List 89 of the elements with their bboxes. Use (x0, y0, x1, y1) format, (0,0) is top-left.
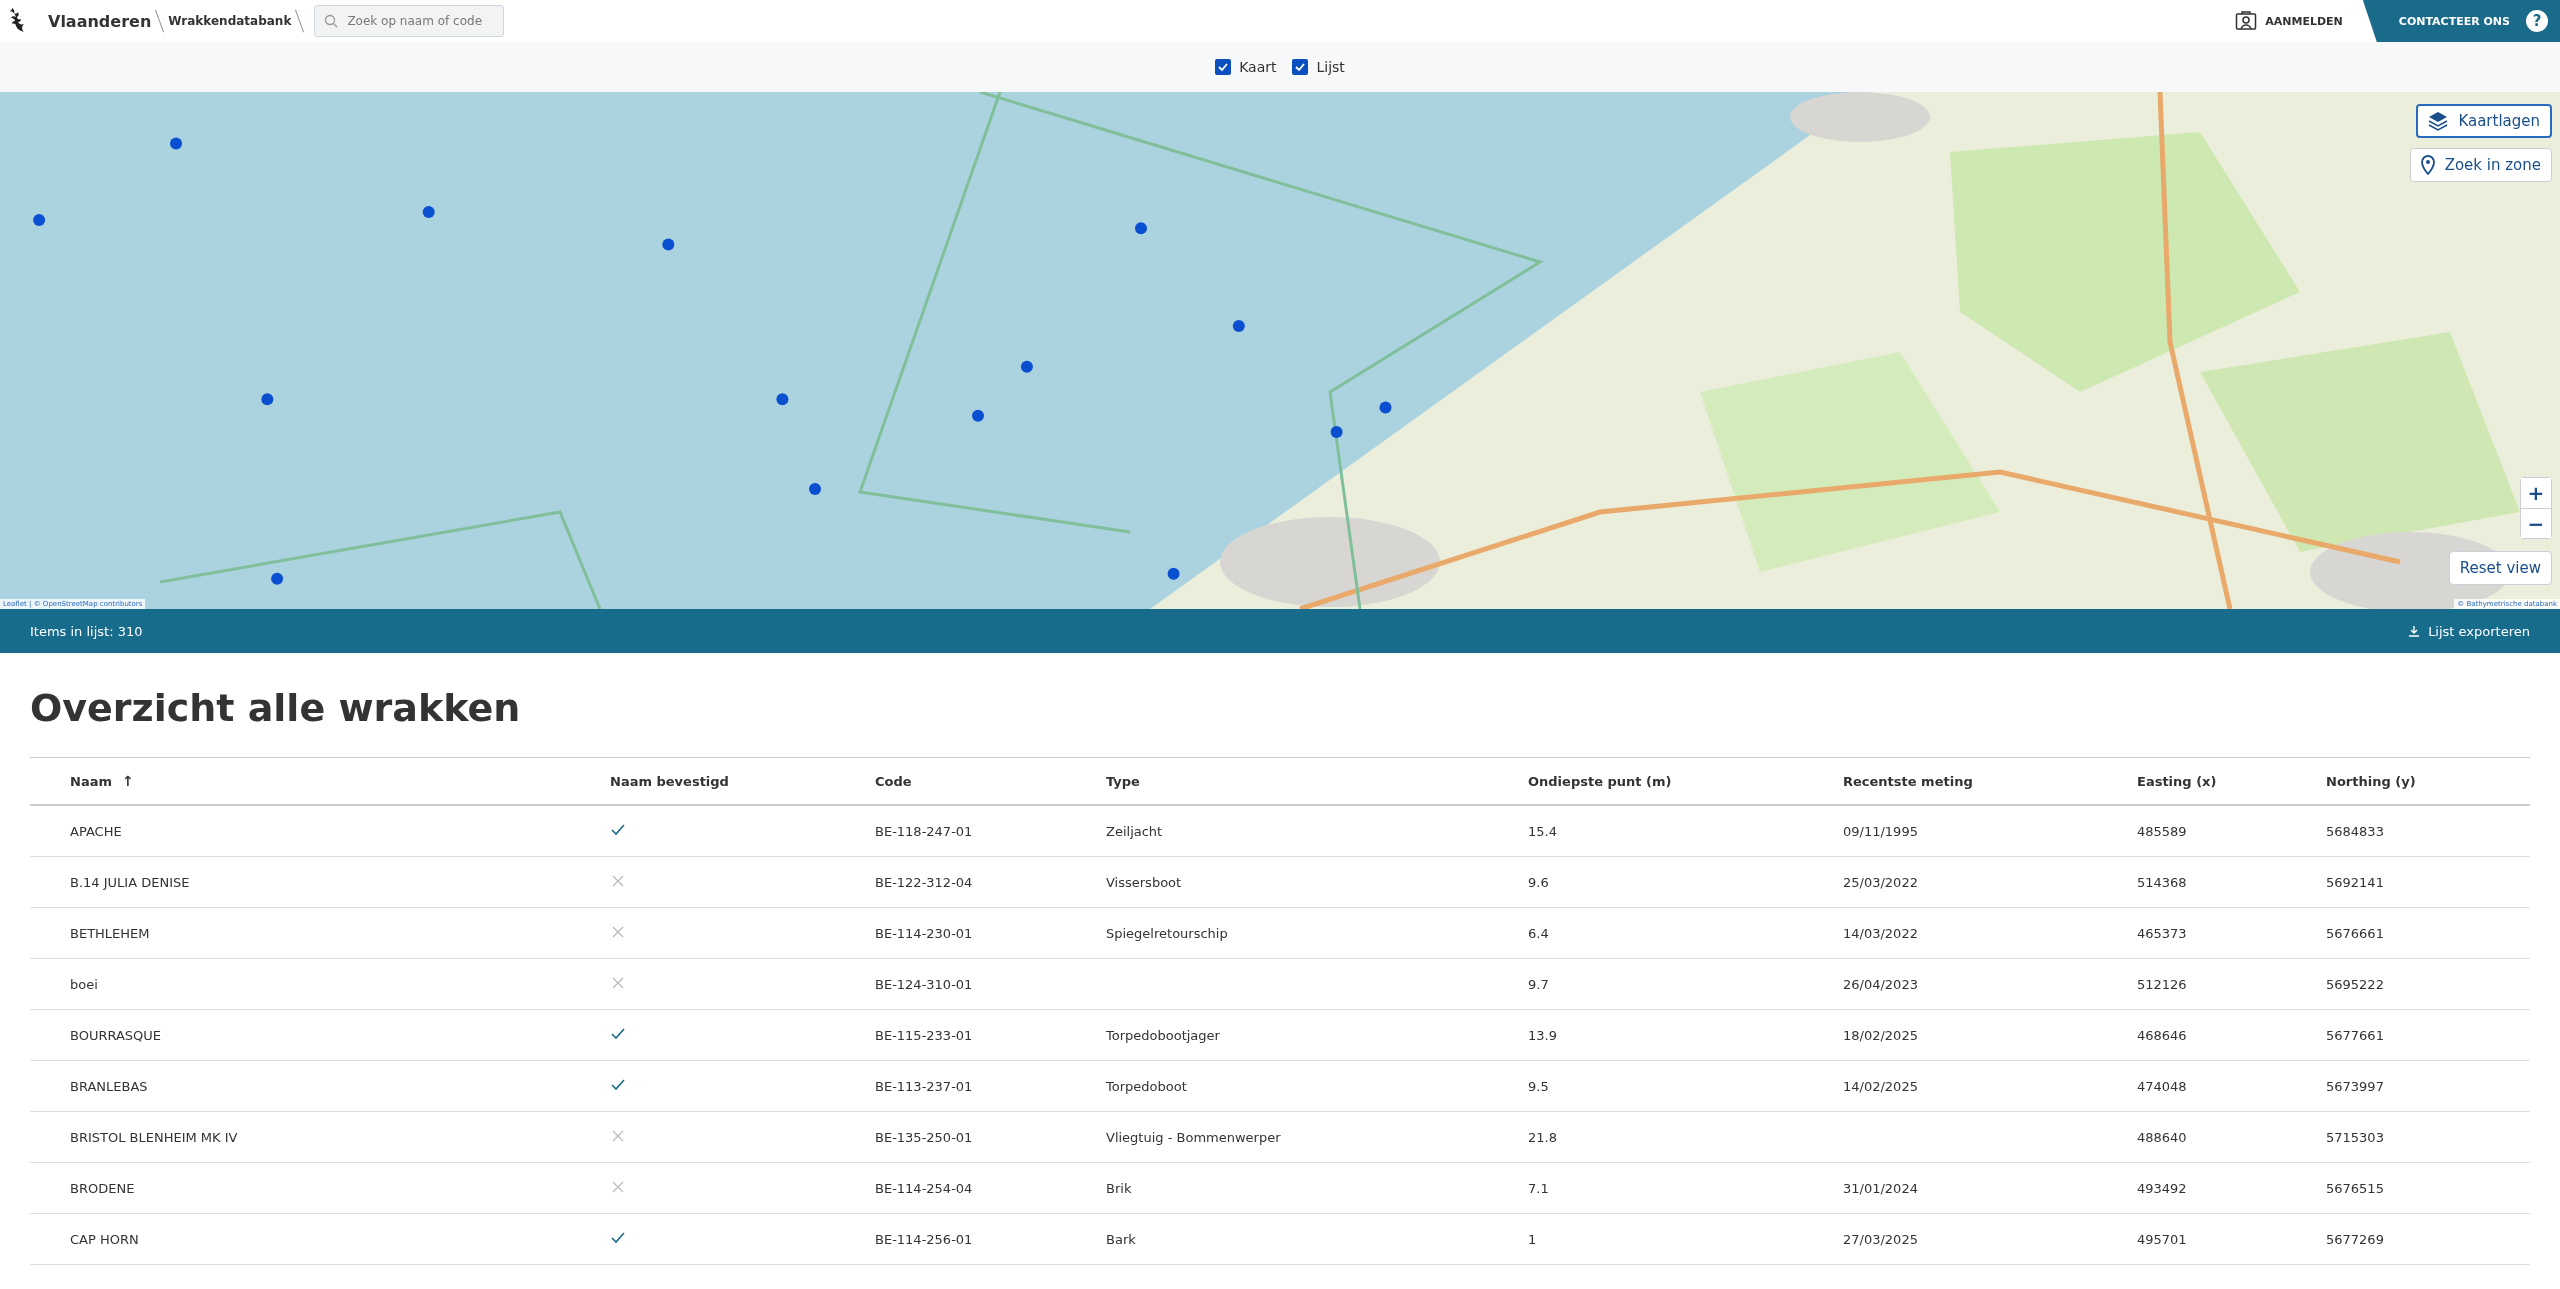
zoom-out-button[interactable]: − (2521, 508, 2551, 538)
table-cell: 9.5 (1528, 1078, 1549, 1094)
column-header[interactable]: Code (875, 773, 912, 789)
table-cell: Bark (1106, 1231, 1136, 1247)
table-cell: 474048 (2137, 1078, 2187, 1094)
column-header[interactable]: Naam bevestigd (610, 773, 729, 789)
table-cell: 5677269 (2326, 1231, 2384, 1247)
zone-search-button[interactable]: Zoek in zone (2409, 148, 2552, 182)
item-count: Items in lijst: 310 (30, 623, 143, 639)
table-cell: Vissersboot (1106, 874, 1182, 890)
table-cell: 1 (1528, 1231, 1537, 1247)
table-cell: 468646 (2137, 1027, 2187, 1043)
reset-view-button[interactable]: Reset view (2448, 551, 2552, 585)
table-cell: Brik (1106, 1180, 1132, 1196)
table-cell: 485589 (2137, 823, 2187, 839)
sort-indicator: ↑ (122, 773, 134, 789)
table-cell: 21.8 (1528, 1129, 1557, 1145)
table-cell: 18/02/2025 (1843, 1027, 1918, 1043)
table-cell: 9.7 (1528, 976, 1549, 992)
table-cell: BETHLEHEM (70, 925, 150, 941)
id-card-icon (2235, 11, 2258, 31)
table-cell: boei (70, 976, 98, 992)
table-cell: B.14 JULIA DENISE (70, 874, 190, 890)
view-checkbox[interactable]: Kaart (1215, 59, 1277, 75)
table-cell: 493492 (2137, 1180, 2187, 1196)
view-checkbox[interactable]: Lijst (1292, 59, 1345, 75)
table-cell: 13.9 (1528, 1027, 1557, 1043)
table-cell: 512126 (2137, 976, 2187, 992)
search-field[interactable]: Zoek op naam of code (314, 5, 505, 37)
table-cell: 5715303 (2326, 1129, 2384, 1145)
login-button[interactable]: AANMELDEN (2235, 11, 2343, 31)
table-cell: 31/01/2024 (1843, 1180, 1918, 1196)
table-cell: 14/02/2025 (1843, 1078, 1918, 1094)
export-button[interactable]: Lijst exporteren (2408, 623, 2530, 639)
column-header[interactable]: Easting (x) (2137, 773, 2217, 789)
table-cell: 5673997 (2326, 1078, 2384, 1094)
table-cell: 25/03/2022 (1843, 874, 1918, 890)
table-cell: 465373 (2137, 925, 2187, 941)
table-cell: BE-114-254-04 (875, 1180, 973, 1196)
table-cell: BE-124-310-01 (875, 976, 973, 992)
column-header[interactable]: Northing (y) (2326, 773, 2416, 789)
table-cell: Torpedobootjager (1106, 1027, 1220, 1043)
layers-icon (2428, 111, 2449, 131)
table-cell: BE-118-247-01 (875, 823, 973, 839)
table-cell: 14/03/2022 (1843, 925, 1918, 941)
table-cell: BE-114-256-01 (875, 1231, 973, 1247)
table-cell: 5695222 (2326, 976, 2384, 992)
table-cell: Spiegelretourschip (1106, 925, 1228, 941)
table-cell: Vliegtuig - Bommenwerper (1106, 1129, 1281, 1145)
table-cell: BRANLEBAS (70, 1078, 148, 1094)
table-cell: 5677661 (2326, 1027, 2384, 1043)
table-cell: 5684833 (2326, 823, 2384, 839)
table-cell: APACHE (70, 823, 122, 839)
column-header[interactable]: Naam (70, 773, 112, 789)
table-cell: BRODENE (70, 1180, 135, 1196)
brand-name[interactable]: Vlaanderen (48, 11, 152, 31)
contact-button[interactable]: CONTACTEER ONS ? (2362, 0, 2560, 42)
app-title[interactable]: Wrakkendatabank (168, 14, 292, 28)
column-header[interactable]: Ondiepste punt (m) (1528, 773, 1672, 789)
column-header[interactable]: Type (1106, 773, 1140, 789)
table-cell: Torpedoboot (1106, 1078, 1187, 1094)
table-cell: CAP HORN (70, 1231, 139, 1247)
table-cell: 26/04/2023 (1843, 976, 1918, 992)
table-cell: 514368 (2137, 874, 2187, 890)
table-cell: 6.4 (1528, 925, 1549, 941)
table-cell: BRISTOL BLENHEIM MK IV (70, 1129, 238, 1145)
table-cell: 9.6 (1528, 874, 1549, 890)
table-cell: 7.1 (1528, 1180, 1549, 1196)
table-cell: 27/03/2025 (1843, 1231, 1918, 1247)
table-cell: 5676515 (2326, 1180, 2384, 1196)
page-title: Overzicht alle wrakken (29, 685, 522, 732)
table-cell: BE-113-237-01 (875, 1078, 973, 1094)
table-cell: BE-122-312-04 (875, 874, 973, 890)
table-cell: 495701 (2137, 1231, 2187, 1247)
location-pin-icon (2420, 155, 2435, 175)
table-cell: 488640 (2137, 1129, 2187, 1145)
table-cell: 09/11/1995 (1843, 823, 1918, 839)
map-layers-button[interactable]: Kaartlagen (2416, 104, 2552, 138)
download-icon (2408, 625, 2421, 637)
help-icon[interactable]: ? (2526, 10, 2548, 32)
column-header[interactable]: Recentste meting (1843, 773, 1973, 789)
table-cell: BE-114-230-01 (875, 925, 973, 941)
table-cell: 15.4 (1528, 823, 1557, 839)
table-cell: Zeiljacht (1106, 823, 1163, 839)
table-cell: BOURRASQUE (70, 1027, 162, 1043)
table-cell: 5692141 (2326, 874, 2384, 890)
table-cell: 5676661 (2326, 925, 2384, 941)
table-cell: BE-115-233-01 (875, 1027, 973, 1043)
table-cell: BE-135-250-01 (875, 1129, 973, 1145)
